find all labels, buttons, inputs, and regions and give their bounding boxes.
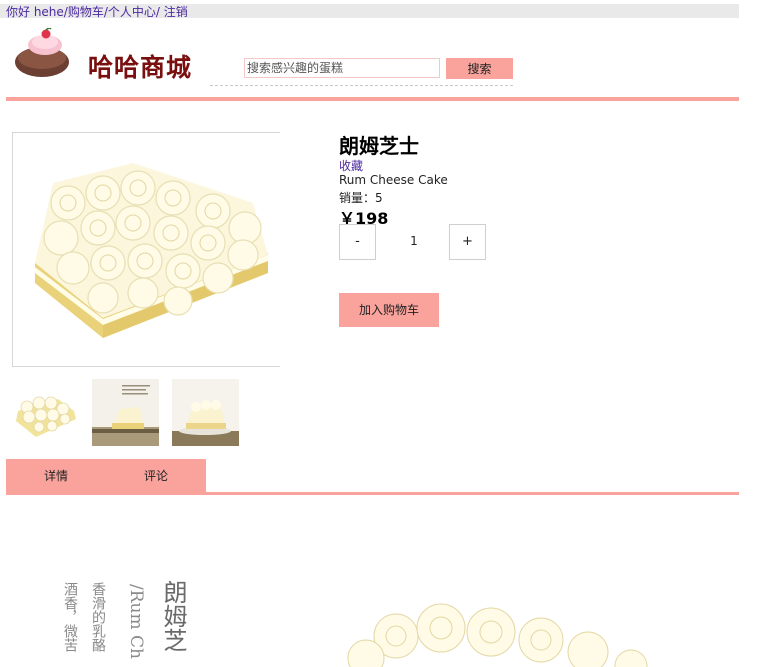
- search-bar: 搜索: [210, 57, 513, 86]
- header-divider: [6, 97, 739, 101]
- logout-link[interactable]: 注销: [160, 5, 188, 19]
- tab-divider: [6, 492, 739, 495]
- sales-count: 销量：5: [339, 191, 383, 205]
- decrease-quantity-button[interactable]: -: [339, 224, 376, 260]
- search-button[interactable]: 搜索: [446, 58, 513, 79]
- search-input[interactable]: [244, 58, 440, 78]
- detail-description: 香滑的乳酪: [90, 582, 106, 652]
- product-thumbnail[interactable]: [12, 379, 79, 446]
- add-to-cart-button[interactable]: 加入购物车: [339, 293, 439, 327]
- profile-link[interactable]: 个人中心: [108, 5, 156, 19]
- cart-link[interactable]: 购物车: [68, 5, 104, 19]
- detail-title-cn: 朗姆芝: [159, 580, 187, 652]
- product-tabs: 详情 评论: [6, 459, 206, 493]
- tab-comments[interactable]: 评论: [106, 459, 206, 493]
- cake-logo-icon[interactable]: [13, 27, 71, 80]
- increase-quantity-button[interactable]: +: [449, 224, 486, 260]
- product-thumbnail[interactable]: [92, 379, 159, 446]
- greeting-link[interactable]: 你好 hehe: [6, 5, 64, 19]
- favorite-link[interactable]: 收藏: [339, 157, 363, 174]
- product-thumbnail[interactable]: [172, 379, 239, 446]
- brand-logo-text[interactable]: 哈哈商城: [88, 48, 192, 84]
- user-links: 你好 hehe/购物车/个人中心/ 注销: [6, 5, 188, 19]
- quantity-value[interactable]: 1: [400, 234, 428, 248]
- product-english-name: Rum Cheese Cake: [339, 173, 448, 187]
- detail-description: 酒香，微苦: [62, 582, 78, 652]
- product-title: 朗姆芝士: [339, 134, 419, 158]
- detail-title-en: /Rum Ch: [126, 584, 146, 659]
- product-detail-image: 朗姆芝 /Rum Ch 香滑的乳酪 酒香，微苦: [6, 500, 739, 667]
- tab-details[interactable]: 详情: [6, 459, 106, 493]
- product-main-image: [12, 132, 280, 367]
